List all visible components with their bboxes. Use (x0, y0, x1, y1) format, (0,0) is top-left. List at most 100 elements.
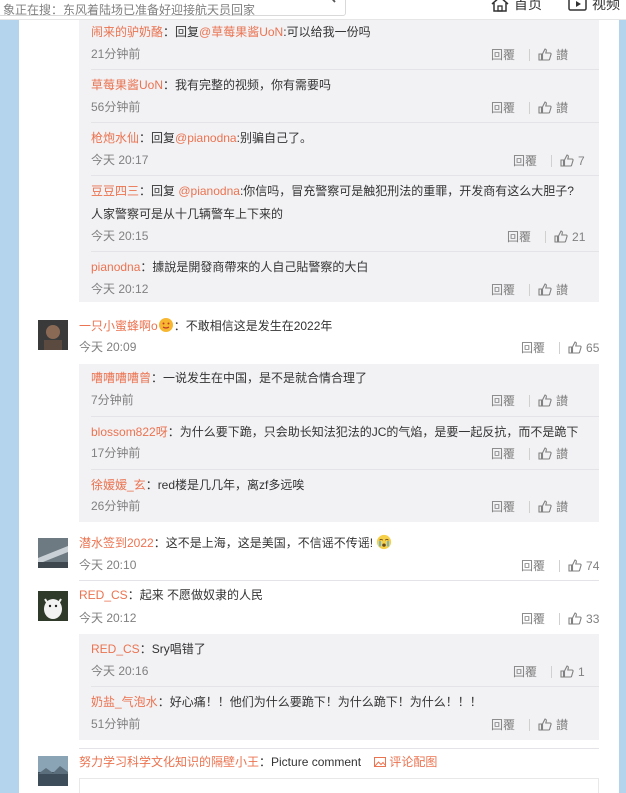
comment-text: RED_CS：起来 不愿做奴隶的人民 (79, 587, 263, 603)
comment-actions: 回覆 讃 (491, 281, 568, 298)
reply-button[interactable]: 回覆 (513, 663, 537, 680)
comment-username[interactable]: 嘈嘈嘈嘈曾 (91, 371, 151, 385)
comment-text: 徐嫒嫒_玄：red楼是几几年，离zf多远唉 (91, 477, 304, 493)
reply-button[interactable]: 回覆 (491, 281, 515, 298)
like-label[interactable]: 讃 (556, 716, 568, 733)
picture-preview[interactable] (79, 778, 599, 793)
comment-username[interactable]: 徐嫒嫒_玄 (91, 478, 146, 492)
reply-button[interactable]: 回覆 (491, 99, 515, 116)
mention-link[interactable]: @pianodna (175, 131, 237, 145)
comment-body: ：一说发生在中国，是不是就合情合理了 (151, 371, 368, 385)
image-icon (374, 757, 387, 767)
comment-body: ：起来 不愿做奴隶的人民 (127, 588, 264, 602)
comment-username[interactable]: 一只小蜜蜂啊o (79, 319, 158, 333)
like-icon[interactable] (568, 341, 582, 354)
comment-body: ：为什么要下跪，只会助长知法犯法的JC的气焰，是要一起反抗，而不是跪下 (167, 425, 579, 439)
comment-username[interactable]: pianodna (91, 260, 140, 274)
like-label[interactable]: 讃 (556, 392, 568, 409)
comment-body: ：回复 (139, 131, 176, 145)
comment-username[interactable]: RED_CS (79, 588, 128, 602)
comment-actions: 回覆 讃 (491, 99, 568, 116)
comment-actions: 回覆 1 (513, 663, 585, 680)
mention-link[interactable]: @草莓果酱UoN (199, 25, 283, 39)
like-label[interactable]: 讃 (556, 99, 568, 116)
comment-time: 今天 20:16 (91, 664, 149, 678)
avatar[interactable] (38, 320, 68, 350)
nav-video-link[interactable]: 视频 (568, 0, 620, 13)
like-icon[interactable] (568, 612, 582, 625)
comment-body-rest: :别骗自己了。 (236, 131, 312, 145)
like-count: 33 (586, 611, 600, 626)
comment-username[interactable]: 奶盐_气泡水 (91, 695, 158, 709)
like-icon[interactable] (560, 154, 574, 167)
crying-emoji-icon (376, 534, 392, 550)
comment-username[interactable]: 潜水签到2022 (79, 536, 154, 550)
comment-username[interactable]: 闹来的驴奶酪 (91, 25, 163, 39)
comment-actions: 回覆 讃 (491, 46, 568, 63)
reply-button[interactable]: 回覆 (521, 339, 545, 356)
like-label[interactable]: 讃 (556, 498, 568, 515)
reply-button[interactable]: 回覆 (513, 152, 537, 169)
nav-home-link[interactable]: 首页 (490, 0, 542, 13)
picture-comment-link[interactable]: 评论配图 (374, 755, 437, 769)
reply-button[interactable]: 回覆 (491, 716, 515, 733)
search-placeholder: 象正在搜：东风着陆场已准备好迎接航天员回家 (3, 3, 256, 17)
comment-body: ：Sry唱错了 (139, 642, 206, 656)
nav-video-label: 视频 (592, 0, 620, 12)
comment-body: ：不敢相信这是发生在2022年 (173, 319, 333, 333)
like-icon[interactable] (538, 101, 552, 114)
like-icon[interactable] (538, 283, 552, 296)
reply-button[interactable]: 回覆 (491, 498, 515, 515)
comment-username[interactable]: 草莓果酱UoN (91, 78, 163, 92)
reply-button[interactable]: 回覆 (491, 445, 515, 462)
comment-body-rest: :可以给我一份吗 (283, 25, 371, 39)
like-icon[interactable] (538, 48, 552, 61)
avatar[interactable] (38, 756, 68, 786)
comment-body: ：回复 (139, 184, 179, 198)
like-label[interactable]: 讃 (556, 281, 568, 298)
comment-username[interactable]: 努力学习科学文化知识的隔壁小王 (79, 755, 259, 769)
reply-button[interactable]: 回覆 (521, 610, 545, 627)
like-icon[interactable] (538, 718, 552, 731)
comments-panel: 闹来的驴奶酪：回复@草莓果酱UoN:可以给我一份吗 21分钟前 回覆 讃 草莓果… (19, 20, 619, 793)
comment-actions: 回覆 讃 (491, 716, 568, 733)
search-icon[interactable] (321, 0, 343, 4)
comment-text: 一只小蜜蜂啊o ：不敢相信这是发生在2022年 (79, 317, 332, 334)
like-label[interactable]: 讃 (556, 445, 568, 462)
like-icon[interactable] (538, 394, 552, 407)
home-icon (491, 0, 509, 12)
comment-actions: 回覆 讃 (491, 498, 568, 515)
mention-link[interactable]: @pianodna (178, 184, 240, 198)
comment-text: 草莓果酱UoN：我有完整的视频，你有需要吗 (91, 77, 331, 93)
comment-body: ：red楼是几几年，离zf多远唉 (145, 478, 305, 492)
comment-text: 潜水签到2022：这不是上海，这是美国，不信谣不传谣! (79, 534, 392, 551)
reply-button[interactable]: 回覆 (491, 46, 515, 63)
avatar[interactable] (38, 591, 68, 621)
like-count: 21 (572, 229, 586, 244)
comment-username[interactable]: 枪炮水仙 (91, 131, 139, 145)
comment-time: 51分钟前 (91, 717, 141, 731)
comment-username[interactable]: RED_CS (91, 642, 140, 656)
comment-text: 闹来的驴奶酪：回复@草莓果酱UoN:可以给我一份吗 (91, 24, 371, 40)
reply-button[interactable]: 回覆 (521, 557, 545, 574)
avatar[interactable] (38, 538, 68, 568)
like-icon[interactable] (568, 559, 582, 572)
reply-button[interactable]: 回覆 (491, 392, 515, 409)
like-icon[interactable] (538, 500, 552, 513)
comment-actions: 回覆 讃 (491, 392, 568, 409)
comment-username[interactable]: blossom822呀 (91, 425, 168, 439)
comment-text: 努力学习科学文化知识的隔壁小王：Picture comment 评论配图 (79, 754, 437, 770)
comment-text: blossom822呀：为什么要下跪，只会助长知法犯法的JC的气焰，是要一起反抗… (91, 424, 578, 440)
like-label[interactable]: 讃 (556, 46, 568, 63)
like-count: 7 (578, 153, 585, 168)
search-input[interactable]: 象正在搜：东风着陆场已准备好迎接航天员回家 (0, 0, 346, 17)
comment-username[interactable]: 豆豆四三 (91, 184, 139, 198)
comment-actions: 回覆 33 (521, 610, 599, 627)
comment-time: 17分钟前 (91, 446, 141, 460)
like-icon[interactable] (554, 230, 568, 243)
picture-comment-label[interactable]: 评论配图 (389, 755, 437, 769)
like-icon[interactable] (560, 665, 574, 678)
comment-body: ：我有完整的视频，你有需要吗 (163, 78, 332, 92)
like-icon[interactable] (538, 447, 552, 460)
reply-button[interactable]: 回覆 (507, 228, 531, 245)
